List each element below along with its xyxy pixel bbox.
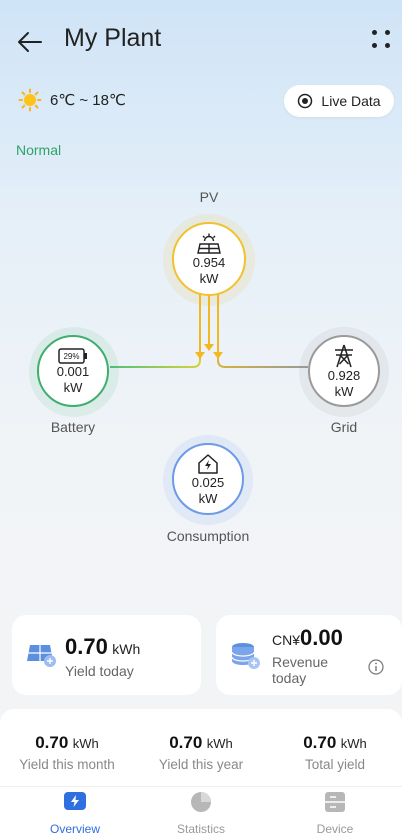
pv-node[interactable]: 0.954 kW (172, 222, 246, 296)
info-icon[interactable] (368, 659, 384, 675)
consumption-label: Consumption (166, 528, 250, 544)
coins-icon (231, 643, 260, 669)
consumption-unit: kW (198, 490, 218, 506)
total-yield-item: 0.70 kWh Total yield (268, 733, 402, 772)
revenue-today-label-1: Revenue (272, 654, 329, 670)
device-icon (325, 792, 345, 812)
battery-unit: kW (63, 379, 83, 395)
grid-node[interactable]: 0.928 kW (308, 335, 380, 407)
pv-unit: kW (199, 270, 219, 286)
yield-month-unit: kWh (72, 736, 99, 751)
yield-today-card[interactable]: 0.70 kWh Yield today (12, 615, 201, 695)
grid-unit: kW (334, 383, 354, 399)
pv-label: PV (199, 189, 219, 205)
tab-overview[interactable]: Overview (8, 791, 142, 836)
yield-today-unit: kWh (112, 641, 141, 657)
battery-node[interactable]: 29% 0.001 kW (37, 335, 109, 407)
solar-panel-icon (197, 233, 221, 254)
solar-yield-icon (27, 645, 56, 667)
yield-summary: 0.70 kWh Yield this month 0.70 kWh Yield… (0, 709, 402, 786)
grid-value: 0.928 (327, 367, 361, 383)
grid-label: Grid (330, 419, 358, 435)
battery-label: Battery (50, 419, 96, 435)
yield-month-value: 0.70 (35, 733, 69, 752)
revenue-currency: CN¥ (272, 632, 301, 648)
total-yield-label: Total yield (304, 757, 366, 772)
battery-soc: 29% (63, 352, 79, 361)
consumption-node[interactable]: 0.025 kW (172, 443, 244, 515)
yield-today-label: Yield today (65, 663, 134, 679)
pie-chart-icon (191, 792, 211, 812)
tab-statistics[interactable]: Statistics (134, 791, 268, 836)
yield-year-unit: kWh (206, 736, 233, 751)
yield-month-label: Yield this month (19, 757, 115, 772)
tab-overview-label: Overview (49, 822, 100, 836)
overview-icon (64, 792, 86, 810)
tab-device[interactable]: Device (268, 791, 402, 836)
yield-year-value: 0.70 (169, 733, 203, 752)
yield-month-item: 0.70 kWh Yield this month (0, 733, 134, 772)
pv-value: 0.954 (192, 254, 226, 270)
revenue-today-label-2: today (272, 670, 307, 686)
total-yield-unit: kWh (340, 736, 367, 751)
bottom-tab-bar: Overview Statistics Device (0, 786, 402, 836)
revenue-today-value: 0.00 (300, 625, 343, 650)
yield-year-item: 0.70 kWh Yield this year (134, 733, 268, 772)
battery-value: 0.001 (56, 363, 90, 379)
total-yield-value: 0.70 (303, 733, 337, 752)
power-tower-icon (335, 344, 353, 367)
yield-year-label: Yield this year (158, 757, 244, 772)
home-power-icon (198, 453, 218, 474)
yield-today-value: 0.70 (65, 634, 108, 659)
tab-device-label: Device (316, 822, 354, 836)
battery-icon: 29% (58, 347, 87, 364)
tab-statistics-label: Statistics (176, 822, 225, 836)
revenue-today-card[interactable]: CN¥0.00 Revenue today (216, 615, 402, 695)
consumption-value: 0.025 (191, 474, 225, 490)
